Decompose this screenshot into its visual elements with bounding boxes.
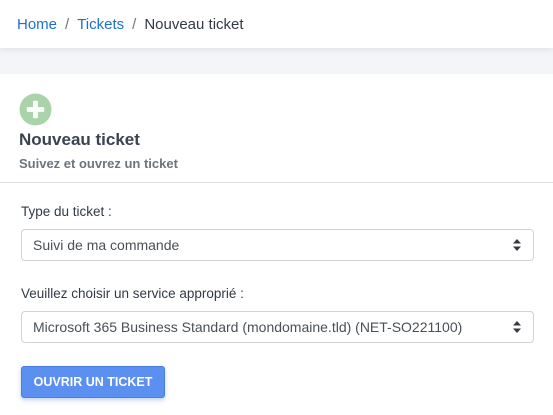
new-ticket-card: Nouveau ticket Suivez et ouvrez un ticke… xyxy=(0,74,553,415)
breadcrumb-home-link[interactable]: Home xyxy=(17,16,57,33)
breadcrumb-separator: / xyxy=(132,15,137,33)
breadcrumb: Home / Tickets / Nouveau ticket xyxy=(0,0,553,48)
page-title: Nouveau ticket xyxy=(19,130,140,149)
sort-arrows-icon xyxy=(513,321,521,333)
breadcrumb-current: Nouveau ticket xyxy=(144,15,244,33)
sort-arrows-icon xyxy=(513,239,521,251)
ticket-type-select[interactable]: Suivi de ma commande xyxy=(21,229,534,261)
service-select[interactable]: Microsoft 365 Business Standard (mondoma… xyxy=(21,311,534,343)
page-subtitle: Suivez et ouvrez un ticket xyxy=(19,156,178,171)
service-value: Microsoft 365 Business Standard (mondoma… xyxy=(33,319,463,335)
ticket-type-value: Suivi de ma commande xyxy=(33,237,180,253)
service-label: Veuillez choisir un service approprié : xyxy=(21,286,244,301)
open-ticket-button[interactable]: OUVRIR UN TICKET xyxy=(21,366,165,398)
card-header: Nouveau ticket Suivez et ouvrez un ticke… xyxy=(0,74,553,183)
plus-circle-icon xyxy=(19,93,52,126)
breadcrumb-separator: / xyxy=(65,15,70,33)
ticket-type-label: Type du ticket : xyxy=(21,204,112,219)
breadcrumb-tickets-link[interactable]: Tickets xyxy=(77,16,124,33)
